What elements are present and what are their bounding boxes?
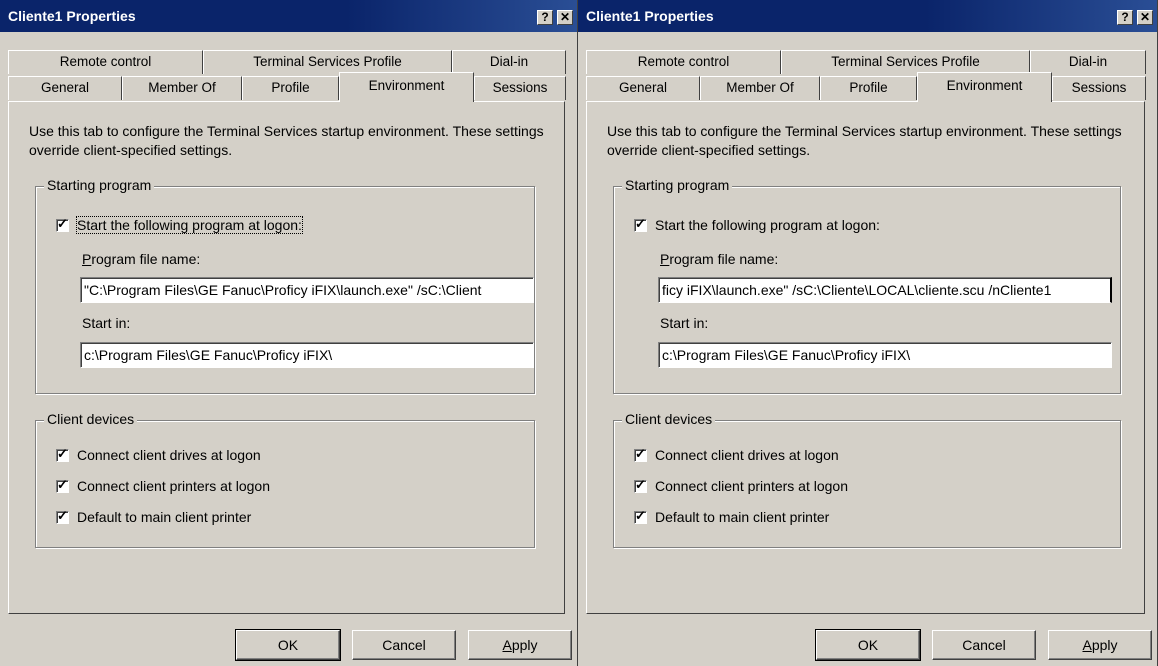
title-bar[interactable]: Cliente1 Properties ? ✕ [0, 0, 577, 32]
tab-profile[interactable]: Profile [820, 76, 917, 100]
group-label: Client devices [44, 411, 138, 427]
program-file-input[interactable]: "C:\Program Files\GE Fanuc\Proficy iFIX\… [80, 277, 534, 303]
checkbox-label: Start the following program at logon: [655, 217, 880, 233]
group-label: Starting program [44, 177, 155, 193]
cancel-button[interactable]: Cancel [932, 630, 1036, 660]
description-text: Use this tab to configure the Terminal S… [607, 123, 1122, 158]
tab-sessions[interactable]: Sessions [1052, 76, 1146, 100]
tab-environment[interactable]: Environment [917, 72, 1052, 102]
program-file-input[interactable]: ficy iFIX\launch.exe" /sC:\Cliente\LOCAL… [658, 277, 1112, 303]
checkbox-box[interactable]: ✓ [56, 477, 69, 493]
checkbox-box[interactable]: ✓ [56, 446, 69, 462]
start-program-checkbox[interactable]: ✓ Start the following program at logon: [56, 216, 303, 234]
ok-button[interactable]: OK [815, 629, 921, 661]
checkbox-label: Connect client drives at logon [655, 447, 839, 463]
tab-member-of[interactable]: Member Of [700, 76, 820, 100]
client-devices-group: Client devices ✓ Connect client drives at… [35, 411, 535, 548]
connect-drives-checkbox[interactable]: ✓ Connect client drives at logon [56, 447, 261, 463]
checkbox-label: Start the following program at logon: [76, 216, 303, 234]
properties-dialog-right: Cliente1 Properties ? ✕ Remote control T… [578, 0, 1158, 666]
tab-sessions[interactable]: Sessions [474, 76, 566, 100]
close-icon[interactable]: ✕ [1137, 10, 1153, 25]
group-label: Client devices [622, 411, 716, 427]
ok-button[interactable]: OK [235, 629, 341, 661]
start-in-input[interactable]: c:\Program Files\GE Fanuc\Proficy iFIX\ [658, 342, 1112, 368]
checkmark-icon: ✓ [57, 446, 68, 461]
help-button[interactable]: ? [1117, 10, 1133, 25]
environment-panel: Use this tab to configure the Terminal S… [586, 101, 1145, 614]
start-in-label: Start in: [660, 315, 709, 331]
window-title: Cliente1 Properties [586, 8, 714, 24]
checkbox-label: Connect client drives at logon [77, 447, 261, 463]
close-icon[interactable]: ✕ [557, 10, 573, 25]
group-label: Starting program [622, 177, 733, 193]
default-printer-checkbox[interactable]: ✓ Default to main client printer [56, 509, 251, 525]
checkmark-icon: ✓ [57, 508, 68, 523]
checkmark-icon: ✓ [635, 446, 646, 461]
tab-general[interactable]: General [586, 76, 700, 100]
connect-printers-checkbox[interactable]: ✓ Connect client printers at logon [634, 478, 848, 494]
checkbox-box[interactable]: ✓ [56, 508, 69, 524]
tab-profile[interactable]: Profile [242, 76, 339, 100]
tab-remote-control[interactable]: Remote control [586, 50, 781, 74]
cancel-button[interactable]: Cancel [352, 630, 456, 660]
apply-button[interactable]: Apply [1048, 630, 1152, 660]
client-devices-group: Client devices ✓ Connect client drives at… [613, 411, 1121, 548]
start-in-label: Start in: [82, 315, 131, 331]
checkbox-label: Default to main client printer [655, 509, 830, 525]
start-program-checkbox[interactable]: ✓ Start the following program at logon: [634, 217, 880, 233]
checkbox-label: Connect client printers at logon [77, 478, 270, 494]
checkbox-box[interactable]: ✓ [56, 216, 69, 232]
description-text: Use this tab to configure the Terminal S… [29, 123, 544, 158]
connect-drives-checkbox[interactable]: ✓ Connect client drives at logon [634, 447, 839, 463]
tab-strip: Remote control Terminal Services Profile… [586, 50, 1146, 105]
starting-program-group: Starting program ✓ Start the following pr… [613, 177, 1121, 394]
checkbox-label: Default to main client printer [77, 509, 252, 525]
checkmark-icon: ✓ [635, 477, 646, 492]
tab-remote-control[interactable]: Remote control [8, 50, 203, 74]
tab-terminal-services-profile[interactable]: Terminal Services Profile [781, 50, 1030, 74]
checkbox-label: Connect client printers at logon [655, 478, 848, 494]
checkmark-icon: ✓ [635, 508, 646, 523]
checkmark-icon: ✓ [57, 477, 68, 492]
environment-panel: Use this tab to configure the Terminal S… [8, 101, 565, 614]
program-file-label: Program file name: [82, 251, 201, 267]
window-title: Cliente1 Properties [8, 8, 136, 24]
start-in-input[interactable]: c:\Program Files\GE Fanuc\Proficy iFIX\ [80, 342, 534, 368]
apply-button[interactable]: Apply [468, 630, 572, 660]
properties-dialog-left: Cliente1 Properties ? ✕ Remote control T… [0, 0, 578, 666]
checkbox-box[interactable]: ✓ [634, 216, 647, 232]
tab-member-of[interactable]: Member Of [122, 76, 242, 100]
help-button[interactable]: ? [537, 10, 553, 25]
connect-printers-checkbox[interactable]: ✓ Connect client printers at logon [56, 478, 270, 494]
tab-environment[interactable]: Environment [339, 72, 474, 102]
program-file-label: Program file name: [660, 251, 779, 267]
tab-dial-in[interactable]: Dial-in [452, 50, 566, 74]
tab-strip: Remote control Terminal Services Profile… [8, 50, 566, 105]
checkmark-icon: ✓ [635, 216, 646, 231]
checkmark-icon: ✓ [57, 216, 68, 231]
tab-terminal-services-profile[interactable]: Terminal Services Profile [203, 50, 452, 74]
tab-dial-in[interactable]: Dial-in [1030, 50, 1146, 74]
title-bar[interactable]: Cliente1 Properties ? ✕ [578, 0, 1157, 32]
tab-general[interactable]: General [8, 76, 122, 100]
checkbox-box[interactable]: ✓ [634, 446, 647, 462]
checkbox-box[interactable]: ✓ [634, 508, 647, 524]
checkbox-box[interactable]: ✓ [634, 477, 647, 493]
starting-program-group: Starting program ✓ Start the following pr… [35, 177, 535, 394]
default-printer-checkbox[interactable]: ✓ Default to main client printer [634, 509, 829, 525]
